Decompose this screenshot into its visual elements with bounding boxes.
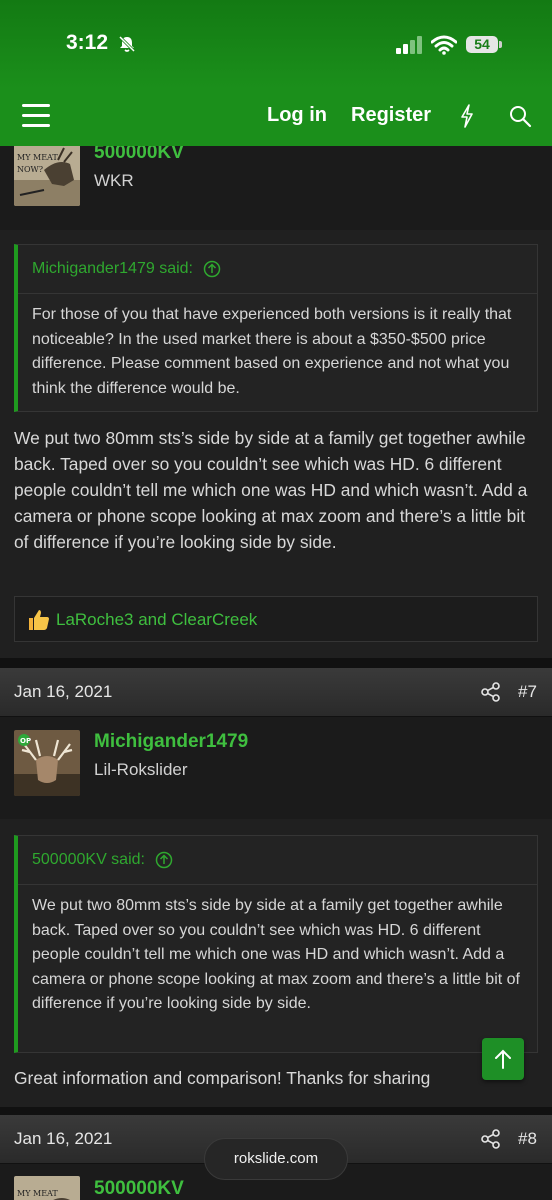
- username[interactable]: 500000KV: [94, 1178, 184, 1200]
- arrow-up-circle-icon[interactable]: [203, 260, 221, 278]
- quote-text: We put two 80mm sts’s side by side at a …: [32, 897, 520, 1012]
- post-body: Michigander1479 said: For those of you t…: [0, 230, 552, 658]
- quote-author[interactable]: 500000KV said:: [32, 851, 145, 868]
- avatar[interactable]: MY MEAT: [14, 1176, 80, 1200]
- status-bar: 3:12 54: [0, 0, 552, 88]
- post-number[interactable]: #8: [518, 1129, 537, 1149]
- post-date[interactable]: Jan 16, 2021: [14, 1129, 112, 1149]
- post-date[interactable]: Jan 16, 2021: [14, 682, 112, 702]
- cellular-signal-icon: [396, 36, 422, 54]
- post-text: We put two 80mm sts’s side by side at a …: [14, 428, 528, 552]
- share-icon[interactable]: [480, 1128, 502, 1150]
- arrow-up-icon: [495, 1049, 511, 1069]
- thread-content: MY MEAT NOW? 500000KV WKR Michigander147…: [0, 146, 552, 1200]
- user-title: Lil-Rokslider: [94, 760, 188, 779]
- username[interactable]: Michigander1479: [94, 731, 248, 753]
- browser-url-bar[interactable]: rokslide.com: [204, 1138, 348, 1180]
- svg-text:NOW?: NOW?: [17, 165, 43, 174]
- post-number[interactable]: #7: [518, 682, 537, 702]
- login-link[interactable]: Log in: [267, 104, 327, 127]
- avatar[interactable]: MY MEAT NOW?: [14, 146, 80, 206]
- post-text: Great information and comparison! Thanks…: [14, 1068, 431, 1088]
- reaction-names[interactable]: LaRoche3 and ClearCreek: [56, 610, 257, 630]
- svg-text:MY MEAT: MY MEAT: [17, 1189, 58, 1198]
- quote-block: 500000KV said: We put two 80mm sts’s sid…: [14, 835, 538, 1053]
- svg-text:OP: OP: [20, 737, 31, 745]
- svg-text:MY MEAT: MY MEAT: [17, 153, 58, 162]
- arrow-up-circle-icon[interactable]: [155, 851, 173, 869]
- quote-text: For those of you that have experienced b…: [32, 306, 512, 397]
- battery-icon: 54: [466, 36, 502, 53]
- share-icon[interactable]: [480, 681, 502, 703]
- quote-header[interactable]: 500000KV said:: [18, 836, 537, 885]
- avatar[interactable]: OP: [14, 730, 80, 796]
- post-body: 500000KV said: We put two 80mm sts’s sid…: [0, 819, 552, 1107]
- post-user-bar: MY MEAT NOW? 500000KV WKR: [0, 146, 552, 230]
- post-separator: [0, 658, 552, 668]
- quote-author[interactable]: Michigander1479 said:: [32, 260, 193, 277]
- register-link[interactable]: Register: [351, 104, 431, 127]
- thumbs-up-icon: [29, 610, 49, 630]
- status-time: 3:12: [66, 31, 109, 54]
- wifi-icon: [431, 35, 457, 55]
- quote-block: Michigander1479 said: For those of you t…: [14, 244, 538, 412]
- scroll-to-top-button[interactable]: [482, 1038, 524, 1080]
- username[interactable]: 500000KV: [94, 146, 184, 164]
- site-navbar: Log in Register: [0, 88, 552, 146]
- post-user-bar: OP Michigander1479 Lil-Rokslider: [0, 717, 552, 819]
- lightning-bolt-icon[interactable]: [458, 104, 476, 128]
- bell-muted-icon: [118, 35, 136, 53]
- user-title: WKR: [94, 171, 134, 190]
- menu-hamburger-icon[interactable]: [22, 104, 50, 128]
- post-header: Jan 16, 2021 #7: [0, 668, 552, 717]
- search-icon[interactable]: [508, 104, 532, 128]
- quote-header[interactable]: Michigander1479 said:: [18, 245, 537, 294]
- reactions-bar[interactable]: LaRoche3 and ClearCreek: [14, 596, 538, 642]
